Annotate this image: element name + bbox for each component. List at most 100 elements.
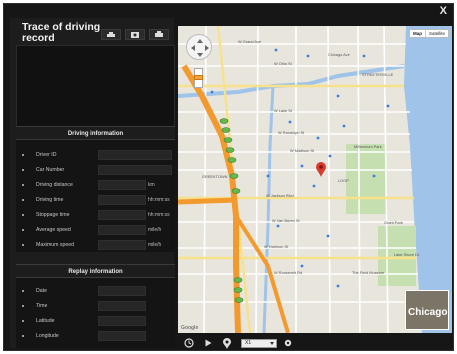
row-label: Driving distance xyxy=(36,182,73,188)
locate-button[interactable] xyxy=(219,336,235,350)
date-field[interactable] xyxy=(98,286,146,296)
driving-distance-field[interactable] xyxy=(98,180,146,190)
map-base xyxy=(178,26,452,333)
tab-camera[interactable] xyxy=(125,29,145,40)
pan-arrows-icon xyxy=(191,39,209,57)
clock-icon xyxy=(184,338,194,348)
label-grant-park: Grant Park xyxy=(384,220,403,225)
tab-print[interactable] xyxy=(149,29,169,40)
label-streeterville: STREETERVILLE xyxy=(362,72,394,77)
average-speed-field[interactable] xyxy=(98,225,146,235)
google-logo: Google xyxy=(181,325,199,331)
row-label: Latitude xyxy=(36,318,55,324)
play-button[interactable] xyxy=(200,336,216,350)
row-label: Date xyxy=(36,288,47,294)
row-label: Average speed xyxy=(36,227,71,233)
toolbar-tabs xyxy=(101,29,169,40)
driving-time-field[interactable] xyxy=(98,195,146,205)
row-time: Time xyxy=(16,301,175,312)
row-car-number: Car Number xyxy=(16,165,175,176)
tab-car[interactable] xyxy=(101,29,121,40)
label-w-randolph: W Randolph St xyxy=(278,130,305,135)
label-field-museum: The Field Museum xyxy=(352,270,385,275)
label-w-ohio: W Ohio St xyxy=(274,61,292,66)
bullet-icon xyxy=(22,320,24,322)
car-number-field[interactable] xyxy=(98,165,172,175)
car-icon xyxy=(107,32,115,37)
map-marker-icon[interactable] xyxy=(316,162,326,177)
bullet-icon xyxy=(22,229,24,231)
printer-icon xyxy=(155,31,163,37)
label-w-madison: W Madison St xyxy=(290,148,315,153)
satellite-inset[interactable]: Chicago xyxy=(405,290,449,330)
time-field[interactable] xyxy=(98,301,146,311)
label-w-roosevelt: W Roosevelt Rd xyxy=(274,270,303,275)
row-average-speed: Average speed mile/h xyxy=(16,225,175,236)
row-latitude: Latitude xyxy=(16,316,175,327)
bullet-icon xyxy=(22,335,24,337)
row-label: Driver ID xyxy=(36,152,57,158)
chevron-down-icon xyxy=(270,341,274,345)
row-unit: hh:mm:ss xyxy=(148,197,170,203)
row-date: Date xyxy=(16,286,175,297)
row-unit: mile/h xyxy=(148,227,162,233)
zoom-slider[interactable] xyxy=(194,68,203,88)
row-driving-time: Driving time hh:mm:ss xyxy=(16,195,175,206)
play-icon xyxy=(205,339,212,347)
settings-icon xyxy=(284,339,292,347)
camera-icon xyxy=(131,32,139,38)
latitude-field[interactable] xyxy=(98,316,146,326)
map-type-toggle: Map Satellite xyxy=(408,29,449,38)
map-type-satellite-button[interactable]: Satellite xyxy=(424,30,448,37)
row-label: Stoppage time xyxy=(36,212,70,218)
row-stoppage-time: Stoppage time hh:mm:ss xyxy=(16,210,175,221)
stoppage-time-field[interactable] xyxy=(98,210,146,220)
inset-label: Chicago xyxy=(408,307,448,318)
row-driver-id: Driver ID xyxy=(16,150,175,161)
row-label: Driving time xyxy=(36,197,64,203)
replay-info-header: Replay information xyxy=(16,264,175,278)
label-lake-shore: Lake Shore Dr xyxy=(394,252,420,257)
row-unit: hh:mm:ss xyxy=(148,212,170,218)
row-label: Maximum speed xyxy=(36,242,75,248)
label-w-jackson: W Jackson Blvd xyxy=(266,193,294,198)
label-greektown: GREEKTOWN xyxy=(202,174,228,179)
speed-select[interactable]: X1 xyxy=(241,338,277,348)
settings-button[interactable] xyxy=(280,336,296,350)
bullet-icon xyxy=(22,305,24,307)
window-title: Trace of driving record xyxy=(22,21,101,44)
driving-info-header: Driving information xyxy=(16,126,175,140)
driving-info-panel: Driver ID Car Number Driving distance km… xyxy=(16,140,175,252)
trace-window: X Trace of driving record Driving inform… xyxy=(3,3,454,351)
bullet-icon xyxy=(22,214,24,216)
driver-id-field[interactable] xyxy=(98,150,172,160)
location-icon xyxy=(223,337,231,349)
playback-bar: X1 xyxy=(178,334,452,352)
map-type-map-button[interactable]: Map xyxy=(410,30,425,37)
row-maximum-speed: Maximum speed mile/h xyxy=(16,240,175,251)
zoom-handle[interactable] xyxy=(194,75,203,80)
longitude-field[interactable] xyxy=(98,331,146,341)
label-w-harrison: W Harrison St xyxy=(264,244,289,249)
history-button[interactable] xyxy=(181,336,197,350)
row-unit: mile/h xyxy=(148,242,162,248)
close-button[interactable]: X xyxy=(440,6,447,17)
map-view[interactable]: W Grand Ave W Ohio St Chicago Ave STREET… xyxy=(178,26,452,333)
maximum-speed-field[interactable] xyxy=(98,240,146,250)
label-w-van-buren: W Van Buren St xyxy=(272,218,300,223)
video-preview xyxy=(16,45,175,133)
pan-control[interactable] xyxy=(186,34,212,60)
replay-info-panel: Date Time Latitude Longitude xyxy=(16,278,175,348)
label-millennium: Millennium Park xyxy=(354,144,382,149)
bullet-icon xyxy=(22,184,24,186)
row-label: Longitude xyxy=(36,333,59,339)
bullet-icon xyxy=(22,244,24,246)
left-panel: Trace of driving record Driving informat… xyxy=(10,18,175,348)
row-driving-distance: Driving distance km xyxy=(16,180,175,191)
label-chicago-ave: Chicago Ave xyxy=(328,52,350,57)
speed-value: X1 xyxy=(245,339,252,346)
row-longitude: Longitude xyxy=(16,331,175,342)
bullet-icon xyxy=(22,199,24,201)
row-label: Car Number xyxy=(36,167,65,173)
bullet-icon xyxy=(22,154,24,156)
